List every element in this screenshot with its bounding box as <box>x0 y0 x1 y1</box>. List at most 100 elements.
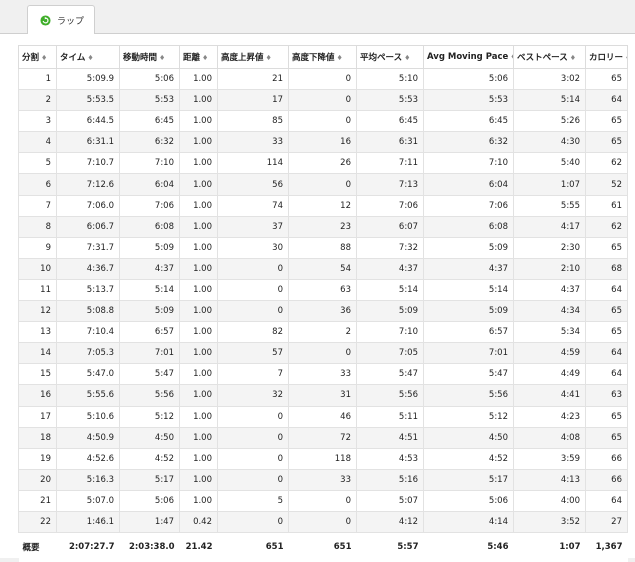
column-header[interactable]: タイム ♦ <box>56 45 120 69</box>
table-cell: 2 <box>288 321 357 344</box>
table-cell: 6:31 <box>356 131 424 154</box>
table-cell: 18 <box>18 426 57 449</box>
column-header[interactable]: ベストペース ♦ <box>513 45 586 69</box>
table-cell: 4:52 <box>119 447 180 470</box>
table-cell: 52 <box>585 173 628 196</box>
table-cell: 7:01 <box>119 342 180 365</box>
table-cell: 57 <box>217 342 289 365</box>
table-cell: 5:53.5 <box>56 89 120 112</box>
column-header[interactable]: 移動時間 ♦ <box>119 45 180 69</box>
table-cell: 7:31.7 <box>56 236 120 259</box>
table-cell: 1.00 <box>179 489 218 512</box>
column-header-label: 高度上昇値 <box>221 53 264 63</box>
table-cell: 4:49 <box>513 363 586 386</box>
summary-cell: 651 <box>217 532 289 562</box>
table-cell: 66 <box>585 468 628 491</box>
table-cell: 1.00 <box>179 236 218 259</box>
summary-cell: 5:46 <box>423 532 514 562</box>
table-cell: 5:09 <box>119 300 180 323</box>
table-cell: 7:11 <box>356 152 424 175</box>
refresh-arrow-icon <box>40 14 51 26</box>
table-cell: 6 <box>18 173 57 196</box>
summary-cell: 5:57 <box>356 532 424 562</box>
table-cell: 21 <box>18 489 57 512</box>
table-cell: 4:50.9 <box>56 426 120 449</box>
column-header[interactable]: 分割 ♦ <box>18 45 57 69</box>
table-cell: 0 <box>217 510 289 534</box>
table-cell: 4:12 <box>356 510 424 534</box>
column-header-label: タイム <box>60 53 86 63</box>
table-cell: 12 <box>18 300 57 323</box>
table-cell: 5:47 <box>119 363 180 386</box>
table-cell: 7:10 <box>119 152 180 175</box>
column-header[interactable]: 平均ペース ♦ <box>356 45 424 69</box>
tab-laps[interactable]: ラップ <box>27 5 95 34</box>
table-cell: 65 <box>585 321 628 344</box>
table-cell: 64 <box>585 489 628 512</box>
table-cell: 65 <box>585 110 628 133</box>
table-cell: 4 <box>18 131 57 154</box>
table-cell: 1.00 <box>179 447 218 470</box>
table-row: 17 5:10.6 5:12 1.00 0 46 5:11 5:12 4:23 65 <box>18 405 628 428</box>
table-cell: 5:40 <box>513 152 586 175</box>
column-header-label: 高度下降値 <box>292 53 335 63</box>
table-cell: 17 <box>18 405 57 428</box>
table-cell: 118 <box>288 447 357 470</box>
table-cell: 6:45 <box>423 110 514 133</box>
table-cell: 1.00 <box>179 215 218 238</box>
table-cell: 1.00 <box>179 131 218 154</box>
table-cell: 5:56 <box>119 384 180 407</box>
table-cell: 0 <box>288 342 357 365</box>
table-cell: 5:06 <box>119 489 180 512</box>
table-cell: 5:09 <box>423 236 514 259</box>
table-cell: 0 <box>288 110 357 133</box>
table-cell: 4:13 <box>513 468 586 491</box>
table-cell: 5:14 <box>423 278 514 302</box>
table-cell: 4:37 <box>513 278 586 302</box>
column-header[interactable]: Avg Moving Pace♦ <box>423 45 514 69</box>
table-cell: 5:34 <box>513 321 586 344</box>
table-cell: 1.00 <box>179 194 218 217</box>
table-cell: 5:53 <box>423 89 514 112</box>
table-cell: 5:17 <box>423 468 514 491</box>
table-cell: 0 <box>288 489 357 512</box>
table-cell: 7:32 <box>356 236 424 259</box>
table-cell: 7:06 <box>423 194 514 217</box>
table-cell: 3:52 <box>513 510 586 534</box>
table-cell: 1 <box>18 67 57 91</box>
sort-icon: ♦ <box>41 54 48 62</box>
summary-cell: 1,367 <box>585 532 628 562</box>
table-cell: 4:30 <box>513 131 586 154</box>
column-header-label: ベストペース <box>517 53 568 63</box>
summary-cell: 1:07 <box>513 532 586 562</box>
table-cell: 5:26 <box>513 110 586 133</box>
table-cell: 0 <box>217 278 289 302</box>
table-cell: 72 <box>288 426 357 449</box>
sort-icon: ♦ <box>202 54 209 62</box>
table-cell: 5:07 <box>356 489 424 512</box>
table-cell: 33 <box>288 468 357 491</box>
table-cell: 1.00 <box>179 278 218 302</box>
table-cell: 16 <box>288 131 357 154</box>
table-cell: 5:13.7 <box>56 278 120 302</box>
table-cell: 16 <box>18 384 57 407</box>
table-cell: 7:13 <box>356 173 424 196</box>
table-cell: 5:11 <box>356 405 424 428</box>
table-cell: 7:06.0 <box>56 194 120 217</box>
table-cell: 5:06 <box>423 67 514 91</box>
table-cell: 5:16.3 <box>56 468 120 491</box>
table-cell: 56 <box>217 173 289 196</box>
table-cell: 1.00 <box>179 342 218 365</box>
summary-cell: 2:03:38.0 <box>119 532 180 562</box>
column-header[interactable]: 高度上昇値 ♦ <box>217 45 289 69</box>
table-cell: 4:50 <box>423 426 514 449</box>
column-header[interactable]: カロリー♦ <box>585 45 628 69</box>
table-cell: 19 <box>18 447 57 470</box>
summary-cell: 2:07:27.7 <box>56 532 120 562</box>
table-cell: 27 <box>585 510 628 534</box>
table-cell: 7:12.6 <box>56 173 120 196</box>
table-row: 6 7:12.6 6:04 1.00 56 0 7:13 6:04 1:07 52 <box>18 173 628 196</box>
column-header[interactable]: 高度下降値 ♦ <box>288 45 357 69</box>
table-cell: 7:06 <box>119 194 180 217</box>
column-header[interactable]: 距離 ♦ <box>179 45 218 69</box>
